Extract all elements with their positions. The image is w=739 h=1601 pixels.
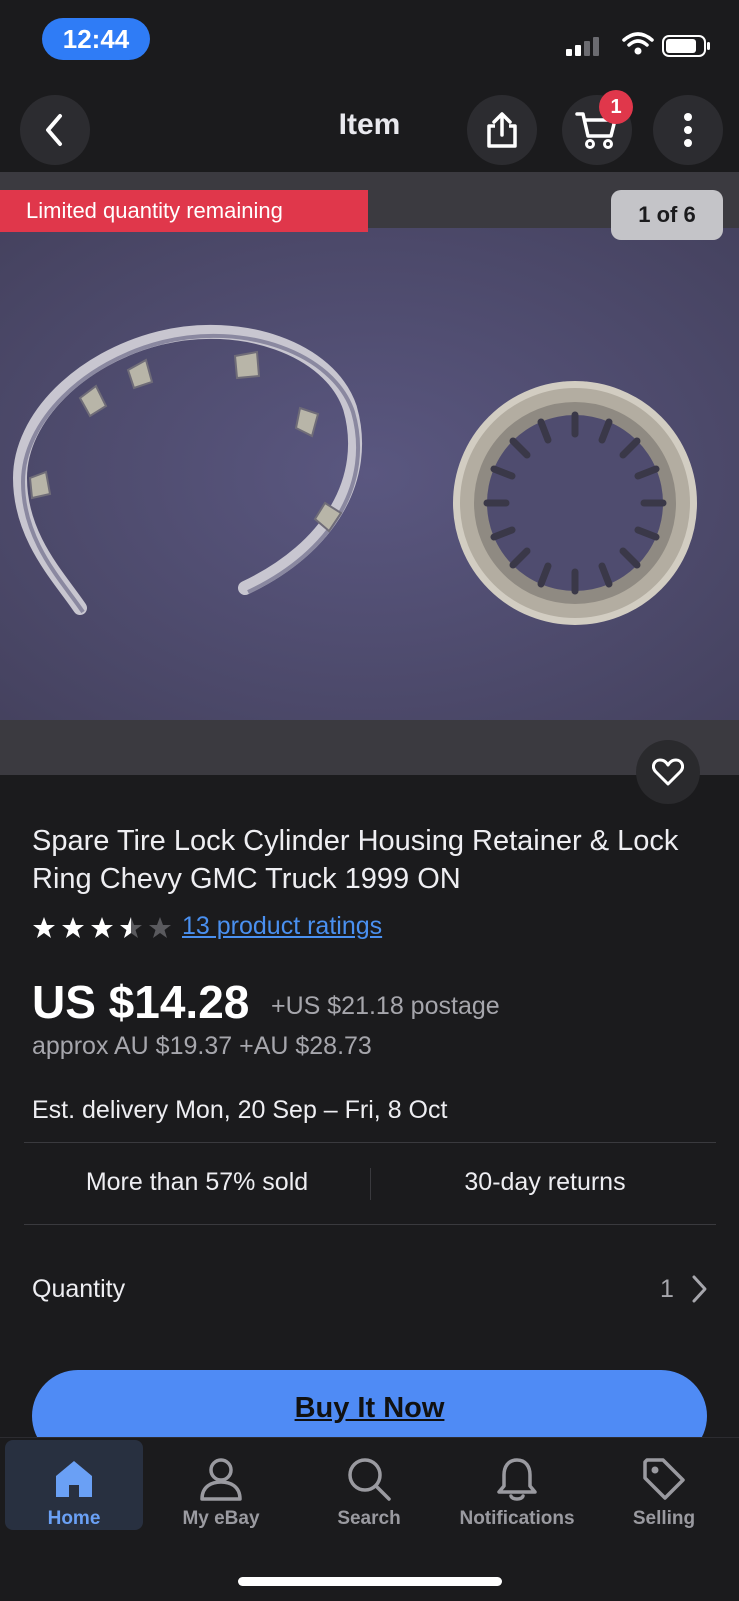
product-photo[interactable] [0, 228, 739, 720]
item-price: US $14.28 [32, 976, 250, 1028]
postage-cost: +US $21.18 postage [271, 992, 500, 1020]
more-options-button[interactable] [653, 95, 723, 165]
estimated-delivery: Est. delivery Mon, 20 Sep – Fri, 8 Oct [32, 1096, 448, 1124]
more-vertical-icon [684, 113, 692, 147]
tab-my-ebay[interactable]: My eBay [152, 1440, 290, 1530]
product-ratings-link[interactable]: 13 product ratings [182, 912, 382, 941]
tab-label: Selling [632, 1508, 696, 1529]
cart-count-badge: 1 [599, 90, 633, 124]
returns-policy: 30-day returns [464, 1168, 626, 1196]
image-counter: 1 of 6 [611, 190, 723, 240]
tab-label: Home [47, 1508, 101, 1529]
tab-selling[interactable]: Selling [595, 1440, 733, 1530]
home-icon [56, 1461, 92, 1497]
chevron-right-icon [692, 1275, 707, 1303]
divider [24, 1224, 716, 1225]
share-button[interactable] [467, 95, 537, 165]
battery-icon [662, 35, 710, 57]
tab-label: My eBay [182, 1508, 260, 1529]
bell-icon [497, 1458, 537, 1501]
tab-home[interactable]: Home [5, 1440, 143, 1530]
star-rating [33, 917, 171, 938]
item-title: Spare Tire Lock Cylinder Housing Retaine… [32, 825, 679, 895]
person-icon [200, 1458, 242, 1501]
divider [370, 1168, 371, 1200]
tab-notifications[interactable]: Notifications [448, 1440, 586, 1530]
divider [24, 1142, 716, 1143]
quantity-value: 1 [660, 1275, 674, 1303]
watchlist-button[interactable] [636, 740, 700, 804]
tab-label: Notifications [459, 1508, 575, 1529]
limited-quantity-badge: Limited quantity remaining [0, 190, 368, 232]
status-time: 12:44 [42, 18, 150, 60]
quantity-label: Quantity [32, 1275, 126, 1303]
wifi-icon [622, 32, 654, 55]
heart-icon [652, 758, 684, 786]
tab-search[interactable]: Search [300, 1440, 438, 1530]
approx-price: approx AU $19.37 +AU $28.73 [32, 1032, 372, 1060]
tab-label: Search [337, 1508, 401, 1529]
quantity-row[interactable] [24, 1250, 716, 1326]
sold-percentage: More than 57% sold [85, 1168, 309, 1196]
home-indicator [238, 1577, 502, 1586]
tag-icon [643, 1458, 685, 1500]
search-icon [348, 1458, 391, 1501]
share-icon [487, 112, 517, 148]
signal-icon [566, 37, 599, 56]
